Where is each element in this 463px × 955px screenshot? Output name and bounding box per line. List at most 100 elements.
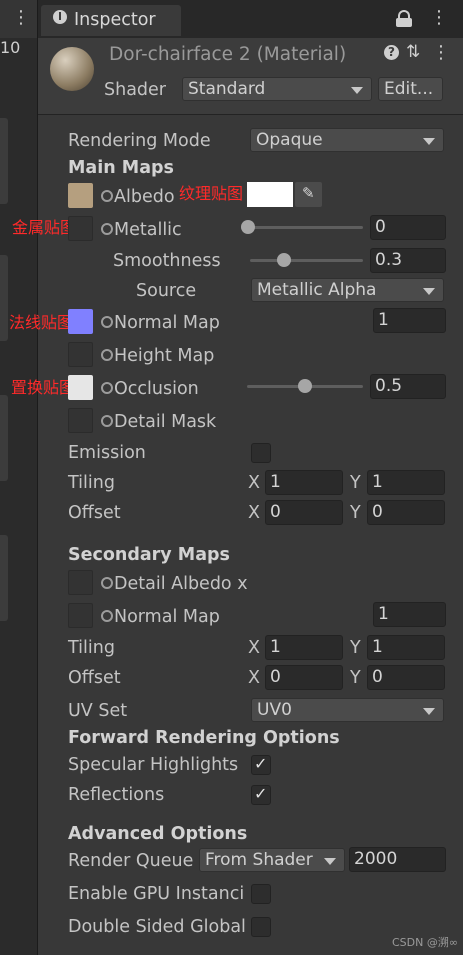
render-queue-dropdown[interactable]: From Shader: [199, 848, 345, 872]
occlusion-texture-slot[interactable]: [68, 375, 93, 400]
secondary-offset-y-label: Y: [350, 668, 361, 688]
reflections-checkbox[interactable]: ✓: [251, 784, 271, 805]
albedo-label: Albedo: [114, 187, 175, 207]
left-panel-item: [0, 395, 8, 481]
normal-map-scale-field[interactable]: 1: [373, 308, 446, 333]
main-maps-heading: Main Maps: [68, 158, 174, 178]
left-panel: ⋮ 10: [0, 0, 38, 955]
secondary-normal-texture-slot[interactable]: [68, 603, 93, 628]
metallic-picker-icon[interactable]: [101, 223, 113, 235]
height-map-picker-icon[interactable]: [101, 349, 113, 361]
advanced-options-heading: Advanced Options: [68, 824, 248, 844]
chevron-down-icon: [423, 708, 435, 715]
watermark: CSDN @溯∞: [392, 936, 459, 949]
secondary-tiling-y-field[interactable]: 1: [367, 635, 445, 660]
secondary-offset-label: Offset: [68, 668, 121, 688]
smoothness-label: Smoothness: [113, 251, 221, 271]
secondary-tiling-y-label: Y: [350, 638, 361, 658]
smoothness-slider[interactable]: [250, 259, 363, 262]
albedo-texture-slot[interactable]: [68, 183, 93, 208]
render-queue-value: 2000: [354, 849, 398, 869]
edit-button[interactable]: Edit...: [378, 77, 443, 101]
tab-menu-icon[interactable]: ⋮: [430, 7, 448, 28]
occlusion-label: Occlusion: [114, 379, 199, 399]
smoothness-value-field[interactable]: 0.3: [370, 248, 446, 273]
detail-albedo-picker-icon[interactable]: [101, 577, 113, 589]
rendering-mode-value: Opaque: [256, 130, 323, 150]
secondary-normal-scale-field[interactable]: 1: [373, 602, 446, 627]
secondary-offset-y-field[interactable]: 0: [367, 665, 445, 690]
occlusion-annotation: 置换贴图: [11, 378, 76, 397]
tiling-y-field[interactable]: 1: [367, 470, 445, 495]
height-map-label: Height Map: [114, 346, 215, 366]
secondary-maps-heading: Secondary Maps: [68, 545, 230, 565]
albedo-picker-icon[interactable]: [101, 190, 113, 202]
detail-mask-texture-slot[interactable]: [68, 408, 93, 433]
lock-icon-body[interactable]: [396, 18, 412, 27]
smoothness-slider-knob[interactable]: [276, 253, 291, 267]
height-map-texture-slot[interactable]: [68, 342, 93, 367]
double-sided-gi-checkbox[interactable]: [251, 917, 271, 937]
normal-map-picker-icon[interactable]: [101, 316, 113, 328]
normal-annotation: 法线贴图: [9, 313, 74, 332]
preset-icon[interactable]: ⇅: [406, 42, 420, 62]
source-dropdown[interactable]: Metallic Alpha: [251, 278, 444, 302]
material-menu-icon[interactable]: ⋮: [432, 42, 450, 63]
tiling-x-value: 1: [270, 472, 281, 492]
secondary-tiling-x-label: X: [248, 638, 260, 658]
metallic-annotation: 金属贴图: [12, 218, 77, 237]
tiling-y-value: 1: [372, 472, 383, 492]
normal-map-value: 1: [378, 310, 389, 330]
tab-inspector[interactable]: Inspector: [41, 5, 181, 36]
eyedropper-button[interactable]: ✎: [295, 182, 322, 207]
gpu-instancing-label: Enable GPU Instanci: [68, 884, 245, 904]
tiling-label: Tiling: [68, 473, 115, 493]
occlusion-value-field[interactable]: 0.5: [370, 374, 446, 399]
tiling-x-field[interactable]: 1: [265, 470, 343, 495]
secondary-offset-y-value: 0: [372, 667, 383, 687]
secondary-offset-x-field[interactable]: 0: [265, 665, 343, 690]
left-panel-tab[interactable]: ⋮: [0, 0, 37, 38]
left-panel-item: [0, 255, 8, 341]
shader-dropdown[interactable]: Standard: [182, 77, 372, 101]
secondary-normal-value: 1: [378, 604, 389, 624]
metallic-value: 0: [375, 217, 386, 237]
help-icon[interactable]: ?: [384, 45, 399, 60]
metallic-slider-knob[interactable]: [241, 220, 255, 234]
normal-map-texture-slot[interactable]: [68, 309, 93, 334]
uv-set-label: UV Set: [68, 701, 128, 721]
detail-albedo-label: Detail Albedo x: [114, 574, 248, 594]
left-panel-item: [0, 535, 8, 621]
metallic-value-field[interactable]: 0: [370, 215, 446, 240]
albedo-annotation: 纹理贴图: [179, 184, 244, 203]
emission-checkbox[interactable]: [251, 443, 271, 463]
forward-rendering-heading: Forward Rendering Options: [68, 728, 340, 748]
chevron-down-icon: [351, 87, 363, 94]
chevron-down-icon: [423, 138, 435, 145]
secondary-tiling-x-field[interactable]: 1: [265, 635, 343, 660]
specular-highlights-checkbox[interactable]: ✓: [251, 754, 271, 775]
more-icon[interactable]: ⋮: [12, 7, 30, 28]
detail-mask-picker-icon[interactable]: [101, 415, 113, 427]
occlusion-value: 0.5: [375, 376, 403, 396]
offset-y-label: Y: [350, 503, 361, 523]
detail-albedo-texture-slot[interactable]: [68, 570, 93, 595]
albedo-color-field[interactable]: [247, 182, 293, 207]
metallic-slider[interactable]: [248, 226, 363, 229]
specular-highlights-label: Specular Highlights: [68, 755, 239, 775]
info-icon-glyph: [59, 12, 61, 20]
secondary-normal-label: Normal Map: [114, 607, 220, 627]
secondary-normal-picker-icon[interactable]: [101, 610, 113, 622]
double-sided-gi-label: Double Sided Global: [68, 917, 246, 937]
secondary-tiling-label: Tiling: [68, 638, 115, 658]
material-title: Dor-chairface 2 (Material): [109, 44, 347, 65]
uv-set-dropdown[interactable]: UV0: [251, 698, 444, 722]
metallic-texture-slot[interactable]: [68, 216, 93, 241]
occlusion-picker-icon[interactable]: [101, 382, 113, 394]
rendering-mode-dropdown[interactable]: Opaque: [250, 128, 444, 152]
offset-y-field[interactable]: 0: [367, 500, 445, 525]
render-queue-field[interactable]: 2000: [349, 847, 446, 872]
offset-x-field[interactable]: 0: [265, 500, 343, 525]
gpu-instancing-checkbox[interactable]: [251, 884, 271, 904]
occlusion-slider-knob[interactable]: [298, 379, 312, 393]
